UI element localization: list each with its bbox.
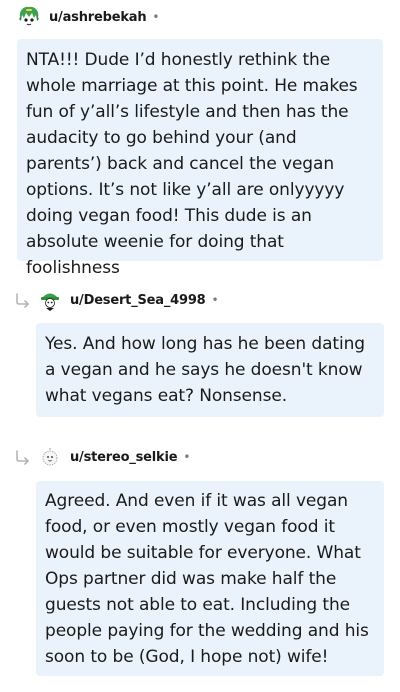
comment-header: u/stereo_selkie • bbox=[14, 442, 190, 472]
reply-arrow-icon bbox=[14, 291, 32, 309]
meta-separator: • bbox=[183, 450, 191, 464]
comment-username[interactable]: u/stereo_selkie bbox=[70, 450, 178, 465]
green-haired-avatar-icon[interactable] bbox=[17, 5, 41, 29]
reply-arrow-icon bbox=[14, 448, 32, 466]
white-avatar-icon[interactable] bbox=[38, 445, 62, 469]
comment-body: Yes. And how long has he been dating a v… bbox=[36, 323, 384, 417]
comment-header: u/Desert_Sea_4998 • bbox=[14, 285, 219, 315]
comment-body: NTA!!! Dude I’d honestly rethink the who… bbox=[17, 39, 383, 278]
meta-separator: • bbox=[211, 293, 219, 307]
comment-username[interactable]: u/Desert_Sea_4998 bbox=[70, 293, 206, 308]
comment-body: Agreed. And even if it was all vegan foo… bbox=[36, 481, 384, 676]
meta-separator: • bbox=[152, 10, 160, 24]
green-hat-avatar-icon[interactable] bbox=[38, 288, 62, 312]
comment-header: u/ashrebekah • bbox=[17, 2, 159, 32]
comment-username[interactable]: u/ashrebekah bbox=[49, 10, 147, 25]
